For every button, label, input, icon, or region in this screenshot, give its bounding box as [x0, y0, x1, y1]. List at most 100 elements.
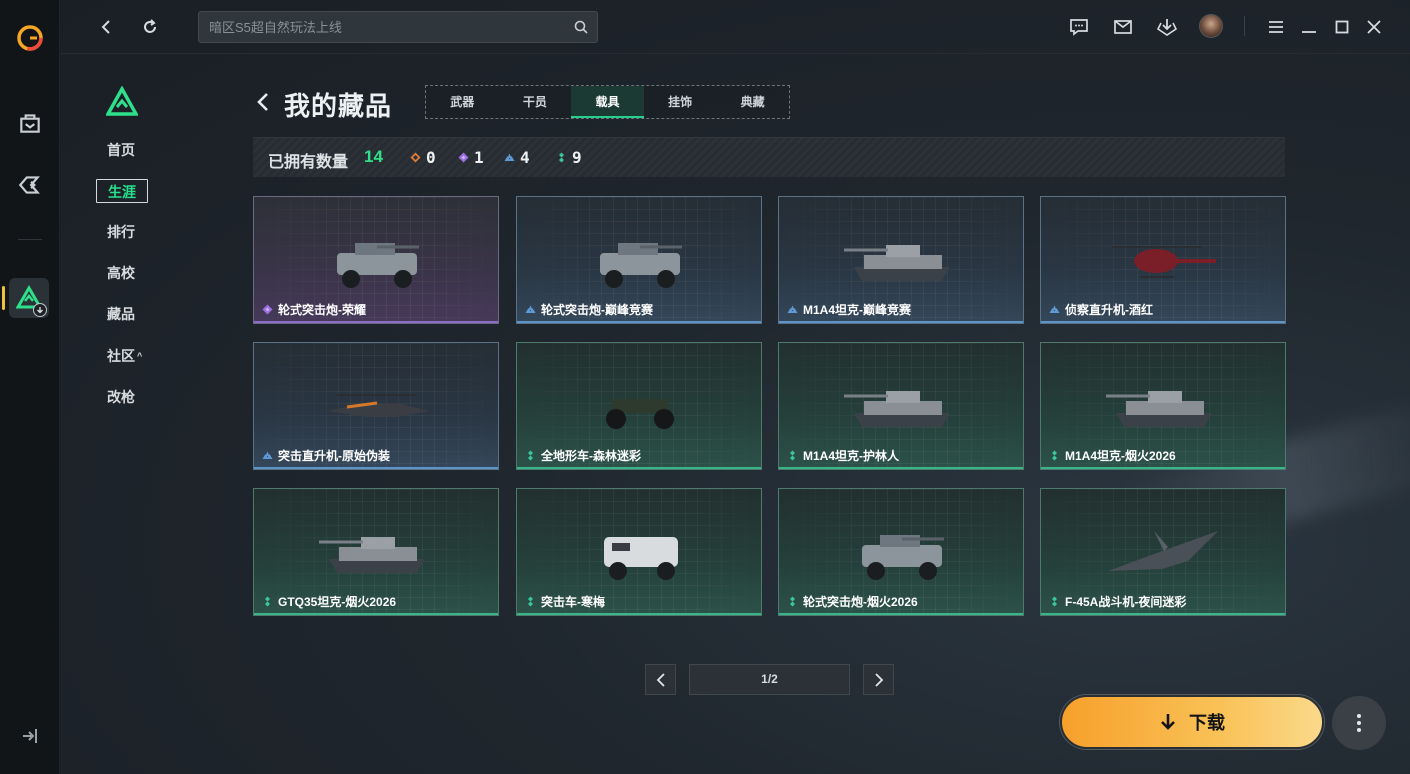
chevron-up-icon: ^ [137, 351, 143, 361]
vehicle-name-text: F-45A战斗机-夜间迷彩 [1065, 595, 1187, 609]
vehicle-card[interactable]: M1A4坦克-护林人 [778, 342, 1024, 470]
game-logo-icon [106, 86, 138, 116]
tab-collectors[interactable]: 典藏 [716, 86, 789, 118]
close-button[interactable] [1362, 15, 1386, 39]
vehicle-name: M1A4坦克-巅峰竞赛 [787, 301, 911, 318]
vehicle-card[interactable]: 轮式突击炮-荣耀 [253, 196, 499, 324]
vehicle-name: M1A4坦克-护林人 [787, 447, 899, 464]
green-rarity-icon [265, 596, 270, 607]
user-avatar[interactable] [1199, 14, 1223, 38]
nav-item-community[interactable]: 社区 ^ [96, 344, 153, 368]
page-title: 我的藏品 [284, 91, 393, 121]
search-icon[interactable] [574, 20, 588, 34]
hamburger-menu-icon [1269, 21, 1283, 33]
messages-button[interactable] [1067, 15, 1091, 39]
download-label: 下载 [1189, 713, 1225, 733]
nav-item-career[interactable]: 生涯 [96, 179, 148, 203]
downloads-button[interactable] [1155, 15, 1179, 39]
owned-count-label: 已拥有数量 [268, 154, 349, 171]
vehicle-name: F-45A战斗机-夜间迷彩 [1049, 593, 1186, 610]
tab-charms[interactable]: 挂饰 [644, 86, 717, 118]
vehicle-card[interactable]: M1A4坦克-巅峰竞赛 [778, 196, 1024, 324]
vehicle-card[interactable]: 突击直升机-原始伪装 [253, 342, 499, 470]
rarity-line [517, 613, 761, 615]
nav-item-college[interactable]: 高校 [96, 261, 146, 285]
vehicle-card[interactable]: 轮式突击炮-烟火2026 [778, 488, 1024, 616]
tab-vehicles[interactable]: 载具 [571, 86, 644, 118]
tank-icon [319, 537, 425, 573]
vehicle-card[interactable]: 侦察直升机-酒红 [1040, 196, 1286, 324]
store-bag-icon[interactable] [17, 110, 43, 136]
orange-rarity-icon [410, 152, 421, 163]
stat-green: 9 [556, 148, 582, 167]
vehicle-name: GTQ35坦克-烟火2026 [262, 593, 396, 610]
rarity-line [1041, 613, 1285, 615]
armored-car-icon [600, 243, 682, 288]
vehicle-name-text: 突击直升机-原始伪装 [278, 449, 390, 463]
nav-item-ranking[interactable]: 排行 [96, 220, 146, 244]
vehicle-card[interactable]: 轮式突击炮-巅峰竞赛 [516, 196, 762, 324]
app-logo-icon[interactable] [16, 24, 44, 52]
vehicle-name: 侦察直升机-酒红 [1049, 301, 1153, 318]
mail-icon [1114, 20, 1132, 34]
collapse-sidebar-icon[interactable] [20, 726, 40, 746]
page-indicator: 1/2 [689, 664, 850, 695]
stat-count: 9 [572, 148, 582, 167]
rail-divider [18, 239, 42, 240]
green-rarity-icon [528, 596, 533, 607]
owned-total: 14 [364, 147, 383, 166]
search-box[interactable] [198, 11, 598, 43]
rarity-line [1041, 467, 1285, 469]
more-options-button[interactable] [1332, 696, 1386, 750]
game-library-icon[interactable] [17, 172, 43, 198]
blue-rarity-icon [262, 451, 273, 459]
close-icon [1367, 20, 1381, 34]
download-manager-icon [1156, 19, 1178, 36]
vehicle-name: 突击车-寒梅 [525, 593, 605, 610]
search-input[interactable] [209, 12, 569, 42]
nav-item-collection[interactable]: 藏品 [96, 302, 146, 326]
nav-label: 社区 [107, 348, 135, 364]
owned-stats-bar: 已拥有数量 14 0 1 4 9 [253, 137, 1285, 177]
page-back-icon[interactable] [254, 90, 272, 114]
attack-helicopter-icon [327, 394, 429, 417]
rarity-line [779, 321, 1023, 323]
rarity-line [254, 613, 498, 615]
armored-car-icon [337, 243, 419, 288]
download-button[interactable]: 下载 [1060, 695, 1324, 749]
stat-orange: 0 [410, 148, 436, 167]
vehicle-card[interactable]: F-45A战斗机-夜间迷彩 [1040, 488, 1286, 616]
minimize-button[interactable] [1297, 15, 1321, 39]
tab-operators[interactable]: 干员 [499, 86, 572, 118]
mail-button[interactable] [1111, 15, 1135, 39]
prev-page-button[interactable] [645, 664, 676, 695]
nav-label: 高校 [107, 265, 135, 281]
menu-button[interactable] [1264, 15, 1288, 39]
vehicle-name-text: M1A4坦克-烟火2026 [1065, 449, 1176, 463]
blue-rarity-icon [504, 153, 515, 161]
back-button[interactable] [94, 15, 118, 39]
green-rarity-icon [1052, 450, 1057, 461]
nav-item-gunsmith[interactable]: 改枪 [96, 385, 146, 409]
atv-icon [606, 399, 674, 429]
rarity-line [254, 321, 498, 323]
vehicle-card[interactable]: 全地形车-森林迷彩 [516, 342, 762, 470]
nav-label: 藏品 [107, 306, 135, 322]
rarity-line [779, 467, 1023, 469]
more-vertical-icon [1357, 714, 1361, 732]
vehicle-card[interactable]: GTQ35坦克-烟火2026 [253, 488, 499, 616]
vehicle-card[interactable]: 突击车-寒梅 [516, 488, 762, 616]
toolbar-divider [1244, 16, 1245, 36]
vehicle-name: 突击直升机-原始伪装 [262, 447, 390, 464]
tab-weapons[interactable]: 武器 [426, 86, 499, 118]
vehicle-name: M1A4坦克-烟火2026 [1049, 447, 1176, 464]
next-page-button[interactable] [863, 664, 894, 695]
vehicle-name-text: 突击车-寒梅 [541, 595, 605, 609]
maximize-button[interactable] [1330, 15, 1354, 39]
nav-item-home[interactable]: 首页 [96, 138, 146, 162]
vehicle-card[interactable]: M1A4坦克-烟火2026 [1040, 342, 1286, 470]
category-tabs: 武器 干员 载具 挂饰 典藏 [425, 85, 790, 119]
stat-count: 1 [474, 148, 484, 167]
refresh-button[interactable] [138, 15, 162, 39]
assault-vehicle-icon [604, 537, 678, 580]
